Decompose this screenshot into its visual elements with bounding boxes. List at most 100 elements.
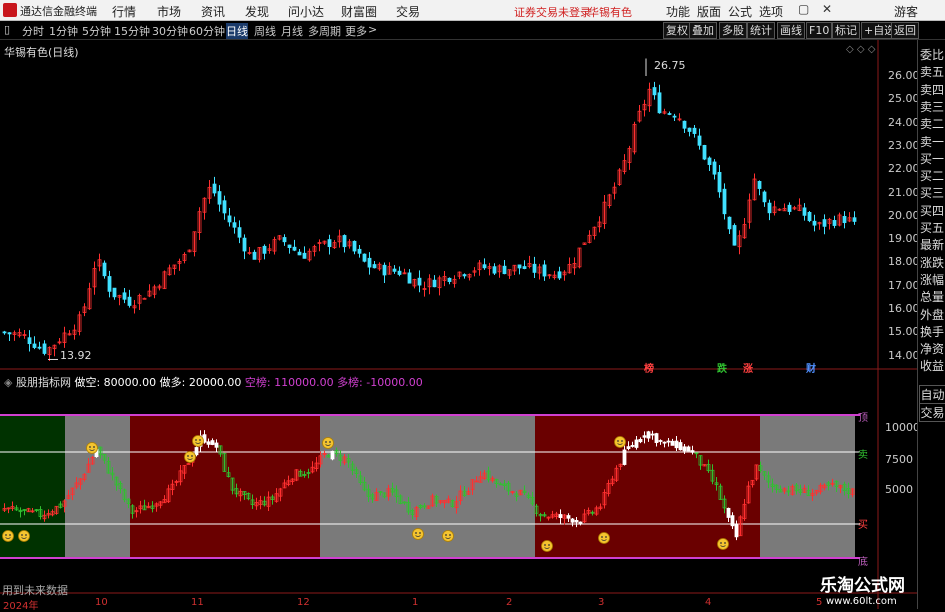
period-fenshi[interactable]: 分时 xyxy=(22,23,44,39)
legend-zuoduo: 做多: 20000.00 xyxy=(159,376,242,389)
quote-field-item[interactable]: 买二 xyxy=(920,167,944,184)
period-toolbar: ▯ 分时 1分钟 5分钟 15分钟 30分钟 60分钟 日线 周线 月线 多周期… xyxy=(0,21,945,40)
quote-field-item[interactable]: 卖三 xyxy=(920,98,944,115)
chevron-right-icon[interactable]: > xyxy=(368,23,377,36)
signal-face-icon xyxy=(192,435,204,447)
btn-huaxian[interactable]: 画线 xyxy=(777,22,805,39)
period-60min[interactable]: 60分钟 xyxy=(189,23,225,39)
quote-field-item[interactable]: 收益 xyxy=(920,357,944,374)
login-status[interactable]: 证券交易未登录 xyxy=(514,4,591,20)
period-more[interactable]: 更多 xyxy=(345,23,367,39)
quote-field-item[interactable]: 买四 xyxy=(920,202,944,219)
menu-gongneng[interactable]: 功能 xyxy=(666,3,690,20)
kline-chart-area[interactable] xyxy=(0,40,917,609)
menu-shichang[interactable]: 市场 xyxy=(157,3,181,20)
btn-diejia[interactable]: 叠加 xyxy=(689,22,717,39)
menu-faxian[interactable]: 发现 xyxy=(245,3,269,20)
btn-zidong[interactable]: 自动 xyxy=(919,385,945,404)
guest-label[interactable]: 游客 xyxy=(894,3,918,20)
quote-field-item[interactable]: 总量 xyxy=(920,288,944,305)
quote-field-item[interactable]: 换手 xyxy=(920,323,944,340)
quote-field-item[interactable]: 委比 xyxy=(920,46,944,63)
indicator-candle-body xyxy=(330,450,335,460)
btn-tongji[interactable]: 统计 xyxy=(747,22,775,39)
restore-icon[interactable]: ▢ xyxy=(798,2,809,16)
indicator-name[interactable]: 股朋指标网 xyxy=(16,376,71,389)
menu-jiaoyi[interactable]: 交易 xyxy=(396,3,420,20)
indicator-candle-body xyxy=(630,445,635,447)
signal-face-eye xyxy=(724,542,726,544)
btn-fanhui[interactable]: 返回 xyxy=(891,22,919,39)
period-multi[interactable]: 多周期 xyxy=(308,23,341,39)
menu-zixun[interactable]: 资讯 xyxy=(201,3,225,20)
menu-gongshi[interactable]: 公式 xyxy=(728,3,752,20)
price-candle-body xyxy=(327,239,332,248)
event-tag-cai[interactable]: 财 xyxy=(806,360,816,375)
period-5min[interactable]: 5分钟 xyxy=(82,23,111,39)
menu-banmian[interactable]: 版面 xyxy=(697,3,721,20)
event-tag-zhang[interactable]: 涨 xyxy=(743,360,753,375)
price-candle-body xyxy=(262,245,267,254)
period-15min[interactable]: 15分钟 xyxy=(114,23,150,39)
price-candle-body xyxy=(352,240,357,252)
quote-field-item[interactable]: 买五 xyxy=(920,219,944,236)
quote-field-item[interactable]: 涨跌 xyxy=(920,254,944,271)
menu-xuanxiang[interactable]: 选项 xyxy=(759,3,783,20)
event-tag-die[interactable]: 跌 xyxy=(717,360,727,375)
btn-f10[interactable]: F10 xyxy=(806,22,833,39)
quote-field-item[interactable]: 卖五 xyxy=(920,63,944,80)
ind-tick-5000: 5000 xyxy=(885,483,913,496)
menu-caifuquan[interactable]: 财富圈 xyxy=(341,3,377,20)
btn-fuquan[interactable]: 复权 xyxy=(663,22,691,39)
btn-biaoji[interactable]: 标记 xyxy=(832,22,860,39)
close-icon[interactable]: ✕ xyxy=(822,2,832,16)
price-candle-body xyxy=(462,274,467,277)
event-tag-bang[interactable]: 榜 xyxy=(644,360,654,375)
quote-field-item[interactable]: 最新 xyxy=(920,236,944,253)
quote-field-item[interactable]: 外盘 xyxy=(920,306,944,323)
period-weekly[interactable]: 周线 xyxy=(254,23,276,39)
indicator-zone xyxy=(320,415,535,558)
quote-field-item[interactable]: 涨幅 xyxy=(920,271,944,288)
price-candle-body xyxy=(697,135,702,146)
signal-face-eye xyxy=(5,534,7,536)
price-candle-body xyxy=(362,253,367,262)
period-daily[interactable]: 日线 xyxy=(226,23,248,39)
watermark-title: 乐淘公式网 xyxy=(820,576,905,596)
quote-field-item[interactable]: 买三 xyxy=(920,184,944,201)
btn-duogu[interactable]: 多股 xyxy=(719,22,747,39)
period-30min[interactable]: 30分钟 xyxy=(152,23,188,39)
signal-face-icon xyxy=(541,540,553,552)
indicator-candle-body xyxy=(626,446,631,449)
quote-field-item[interactable]: 卖四 xyxy=(920,81,944,98)
price-tick: 25.00 xyxy=(888,92,920,106)
price-candle-body xyxy=(392,268,397,272)
indicator-settings-icon[interactable]: ◈ xyxy=(4,376,12,389)
signal-face-icon xyxy=(2,530,14,542)
quote-field-item[interactable]: 买一 xyxy=(920,150,944,167)
signal-face-eye xyxy=(415,532,417,534)
signal-face-icon xyxy=(614,436,626,448)
price-candle-body xyxy=(722,188,727,215)
quote-field-item[interactable]: 净资 xyxy=(920,340,944,357)
quote-field-item[interactable]: 卖二 xyxy=(920,115,944,132)
price-tick: 23.00 xyxy=(888,138,920,152)
signal-face-eye xyxy=(544,544,546,546)
indicator-candle-body xyxy=(682,446,687,452)
price-candle-body xyxy=(367,257,372,268)
watermark: 乐淘公式网 www.60lt.com xyxy=(820,571,905,607)
chart-arrows-icon[interactable]: ◇ ◇ ◇ xyxy=(846,44,875,55)
menu-hangqing[interactable]: 行情 xyxy=(112,3,136,20)
price-candle-body xyxy=(557,271,562,279)
time-label-4: 4 xyxy=(705,597,712,608)
price-candle-body xyxy=(2,331,7,334)
signal-face-icon xyxy=(184,451,196,463)
time-label-1: 1 xyxy=(412,597,419,608)
indicator-candle-body xyxy=(634,439,639,448)
menu-wenxiaoda[interactable]: 问小达 xyxy=(288,3,324,20)
period-1min[interactable]: 1分钟 xyxy=(49,23,78,39)
period-monthly[interactable]: 月线 xyxy=(281,23,303,39)
btn-jiaoyi-panel[interactable]: 交易 xyxy=(919,403,945,422)
quote-field-item[interactable]: 卖一 xyxy=(920,133,944,150)
indicator-candle-body xyxy=(686,446,691,452)
